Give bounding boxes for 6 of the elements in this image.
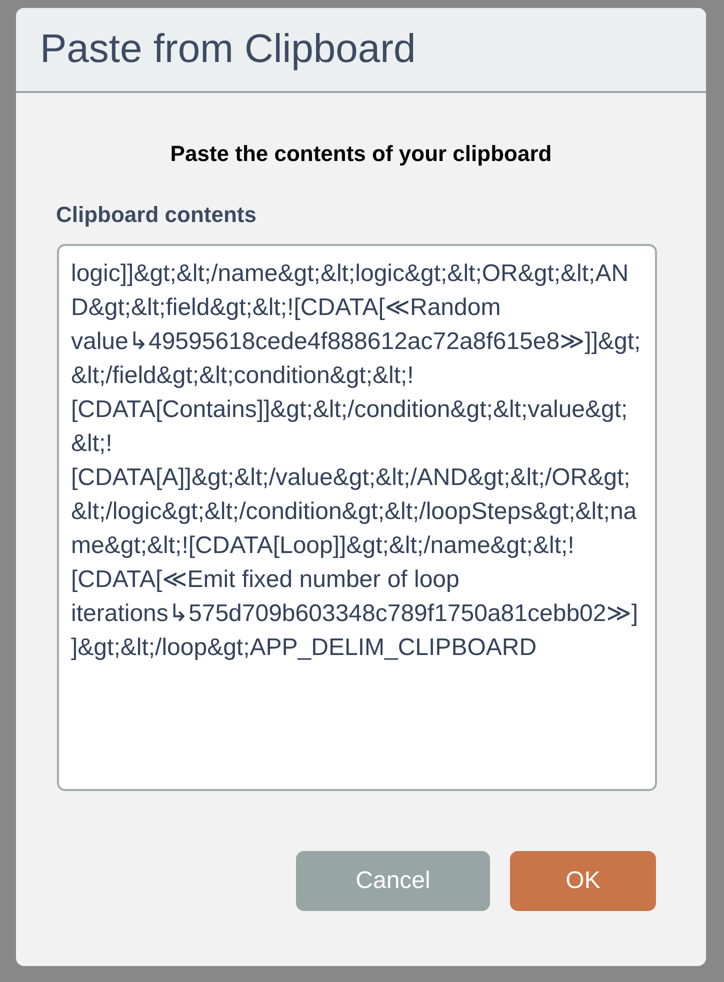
ok-button[interactable]: OK (510, 851, 656, 911)
field-label: Clipboard contents (56, 202, 256, 228)
clipboard-text-area[interactable]: logic]]&gt;&lt;/name&gt;&lt;logic&gt;&lt;OR&gt;&lt;AND&gt;&lt;field&gt;&lt;![CDATA[≪Random value↳49595618cede4f888612ac72a8f615e8≫]]&gt;&lt;/field&gt;&lt;condition&gt;&lt;![CDATA[Contains]]&gt;&lt;/condition&gt;&lt;value&gt;&lt;![CDATA[A]]&gt;&lt;/value&gt;&lt;/AND&gt;&lt;/OR&gt;&lt;/logic&gt;&lt;/condition&gt;&lt;/loopSteps&gt;&lt;name&gt;&lt;![CDATA[Loop]]&gt;&lt;/name&gt;&lt;![CDATA[≪Emit fixed number of loop iterations↳575d709b603348c789f1750a81cebb02≫]]&gt;&lt;/loop&gt;APP_DELIM_CLIPBOARD (57, 244, 657, 791)
cancel-button[interactable]: Cancel (296, 851, 490, 911)
dialog-heading: Paste the contents of your clipboard (170, 141, 552, 167)
dialog-title: Paste from Clipboard (40, 27, 416, 72)
